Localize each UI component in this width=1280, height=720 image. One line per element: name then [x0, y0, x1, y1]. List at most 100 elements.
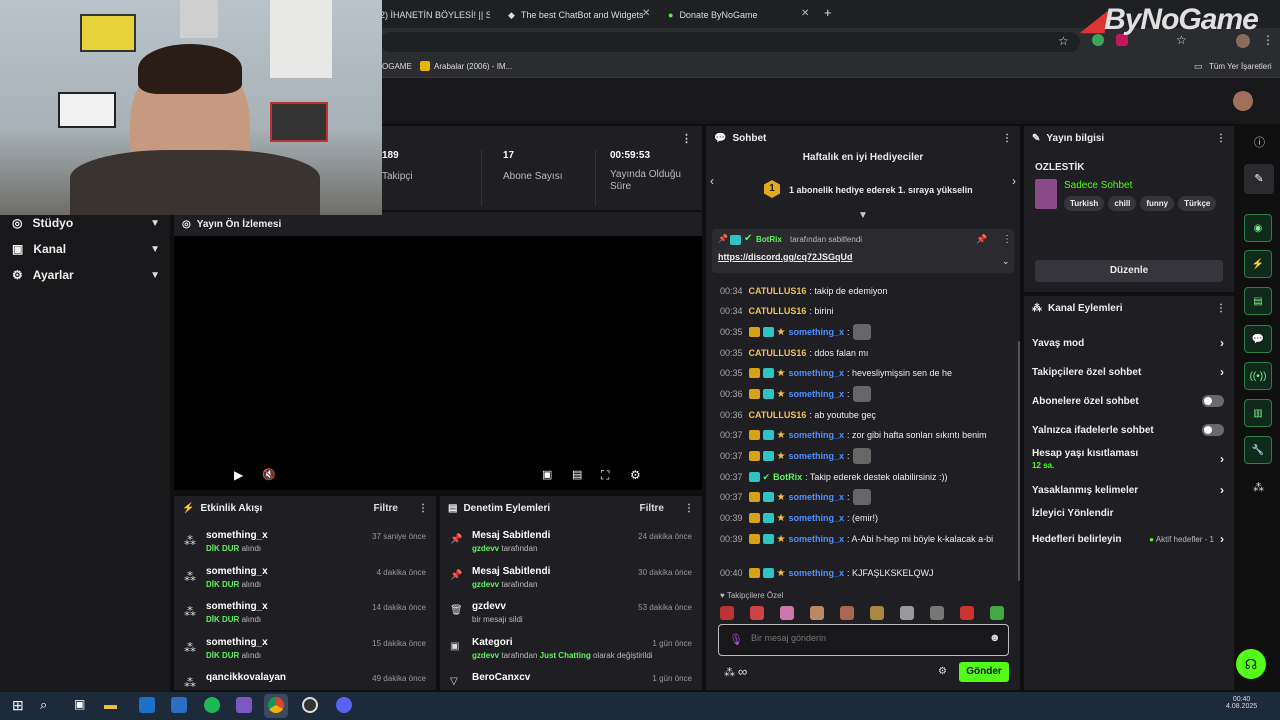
chat-message[interactable]: 00:35 ★ something_x: hevesliymişsin sen de…: [720, 366, 1010, 380]
points-icon[interactable]: ⁂: [724, 666, 735, 679]
message-user[interactable]: something_x: [789, 568, 845, 578]
message-user[interactable]: something_x: [789, 534, 845, 544]
emote-icon[interactable]: [870, 606, 884, 620]
emote-icon[interactable]: [780, 606, 794, 620]
chat-message[interactable]: 00:34 CATULLUS16: birini: [720, 304, 1010, 318]
activity-item[interactable]: ⁂ something_x DİK DUR alındı 14 dakika ö…: [184, 599, 426, 633]
url-field[interactable]: [380, 32, 1080, 52]
more-options-icon[interactable]: ⋮: [1216, 133, 1226, 144]
close-icon[interactable]: ✕: [801, 8, 809, 19]
moderation-item[interactable]: 📌 Mesaj Sabitlendi gzdevv tarafından 24 …: [450, 528, 692, 562]
message-user[interactable]: CATULLUS16: [749, 306, 807, 316]
chat-message[interactable]: 00:40 ★ something_x: KJFAŞLKSKELQWJ: [720, 566, 1010, 580]
emoji-icon[interactable]: ☻: [989, 632, 1001, 644]
channel-action-row[interactable]: Hedefleri belirleyin ● Aktif hedefler - 1…: [1032, 532, 1224, 546]
channel-action-row[interactable]: İzleyici Yönlendir: [1032, 508, 1224, 519]
microphone-icon[interactable]: 🎙: [729, 633, 743, 646]
channel-action-row[interactable]: Hesap yaşı kısıtlaması 12 sa. ›: [1032, 448, 1224, 470]
channel-action-row[interactable]: Yavaş mod ›: [1032, 336, 1224, 350]
more-options-icon[interactable]: ⋮: [1002, 133, 1012, 144]
camera-icon[interactable]: ◉: [1244, 214, 1272, 242]
browser-tab[interactable]: ● Donate ByNoGame: [668, 4, 808, 26]
outlook-icon[interactable]: [139, 697, 155, 713]
fullscreen-icon[interactable]: ⛶: [601, 468, 609, 483]
app-icon[interactable]: [236, 697, 252, 713]
tag-chip[interactable]: Turkish: [1064, 196, 1105, 211]
tag-chip[interactable]: chill: [1108, 196, 1137, 211]
nav-item-studio[interactable]: ◎ Stüdyo ▼: [12, 216, 160, 230]
more-options-icon[interactable]: ⋮: [1216, 303, 1226, 314]
emote-icon[interactable]: [810, 606, 824, 620]
message-user[interactable]: CATULLUS16: [749, 348, 807, 358]
nav-item-channel[interactable]: ▣ Kanal ▼: [12, 242, 160, 256]
message-user[interactable]: something_x: [789, 430, 845, 440]
emote-icon[interactable]: [990, 606, 1004, 620]
search-icon[interactable]: ⌕: [40, 697, 47, 713]
moderation-item[interactable]: 📌 Mesaj Sabitlendi gzdevv tarafından 30 …: [450, 564, 692, 598]
send-button[interactable]: Gönder: [959, 662, 1009, 682]
chevron-down-icon[interactable]: ⌄: [1002, 256, 1010, 267]
message-user[interactable]: BotRix: [773, 472, 802, 482]
category-name[interactable]: Sadece Sohbet: [1064, 180, 1132, 191]
avatar[interactable]: [1233, 91, 1253, 111]
chat-message[interactable]: 00:37 ★ something_x:: [720, 489, 1010, 505]
mute-icon[interactable]: 🔇: [262, 468, 276, 481]
folder-icon[interactable]: ▬: [104, 697, 117, 712]
emote-icon[interactable]: [750, 606, 764, 620]
toggle-switch[interactable]: [1202, 424, 1224, 436]
spotify-icon[interactable]: [204, 697, 220, 713]
tag-chip[interactable]: Türkçe: [1178, 196, 1217, 211]
points-icon[interactable]: ⁂: [1253, 481, 1264, 494]
channel-action-row[interactable]: Takipçilere özel sohbet ›: [1032, 365, 1224, 379]
theater-icon[interactable]: ▣: [542, 468, 552, 481]
chat-icon[interactable]: 💬: [1244, 325, 1272, 353]
more-options-icon[interactable]: ⋮: [418, 503, 428, 514]
message-user[interactable]: something_x: [789, 327, 845, 337]
bookmark-star-icon[interactable]: ☆: [1058, 34, 1069, 48]
support-icon[interactable]: ☊: [1236, 649, 1266, 679]
pencil-icon[interactable]: ✎: [1244, 164, 1274, 194]
channel-action-row[interactable]: Abonelere özel sohbet: [1032, 395, 1224, 407]
emote-icon[interactable]: [960, 606, 974, 620]
more-options-icon[interactable]: ⋮: [1002, 234, 1012, 245]
task-view-icon[interactable]: ▣: [74, 697, 85, 711]
activity-user[interactable]: qancikkovalayan: [206, 672, 286, 683]
collapse-icon[interactable]: ▼: [858, 210, 868, 221]
bookmark-item[interactable]: OGAME: [382, 62, 412, 71]
activity-item[interactable]: ⁂ something_x DİK DUR alındı 4 dakika ön…: [184, 564, 426, 598]
store-icon[interactable]: [171, 697, 187, 713]
emote-icon[interactable]: [720, 606, 734, 620]
wrench-icon[interactable]: 🔧: [1244, 436, 1272, 464]
filter-button[interactable]: Filtre: [374, 503, 398, 514]
message-user[interactable]: something_x: [789, 368, 845, 378]
chat-scrollbar[interactable]: [1018, 341, 1020, 581]
message-user[interactable]: something_x: [789, 389, 845, 399]
gear-icon[interactable]: ⚙: [938, 666, 947, 677]
message-user[interactable]: something_x: [789, 492, 845, 502]
message-user[interactable]: CATULLUS16: [749, 286, 807, 296]
bookmark-item[interactable]: Arabalar (2006) - IM...: [434, 62, 512, 71]
activity-user[interactable]: something_x: [206, 637, 268, 648]
more-options-icon[interactable]: ⋮: [681, 132, 692, 145]
activity-user[interactable]: something_x: [206, 530, 268, 541]
channel-action-row[interactable]: Yalnızca ifadelerle sohbet: [1032, 424, 1224, 436]
lightning-icon[interactable]: ⚡: [1244, 250, 1272, 278]
chat-message[interactable]: 00:37 ✔ BotRix: Takip ederek destek olabil…: [720, 470, 1010, 484]
chat-message[interactable]: 00:39 ★ something_x: (emir!): [720, 511, 1010, 525]
chat-message[interactable]: 00:39 ★ something_x: A-Abi h-hep mi böyle …: [720, 532, 1010, 546]
chat-message[interactable]: 00:37 ★ something_x: zor gibi hafta sonlar…: [720, 428, 1010, 442]
message-user[interactable]: something_x: [789, 451, 845, 461]
close-icon[interactable]: ✕: [642, 8, 650, 19]
info-icon[interactable]: ⓘ: [1254, 134, 1265, 150]
chat-message[interactable]: 00:36 ★ something_x:: [720, 386, 1010, 402]
nav-item-settings[interactable]: ⚙ Ayarlar ▼: [12, 268, 160, 282]
filter-button[interactable]: Filtre: [640, 503, 664, 514]
document-icon[interactable]: ▤: [1244, 287, 1272, 315]
moderation-item[interactable]: 🗑 gzdevv bir mesajı sildi 53 dakika önce: [450, 599, 692, 633]
play-icon[interactable]: ▶: [234, 468, 243, 482]
emote-icon[interactable]: [840, 606, 854, 620]
chat-message[interactable]: 00:36 CATULLUS16: ab youtube geç: [720, 408, 1010, 422]
chevron-left-icon[interactable]: ‹: [710, 174, 714, 188]
emote-icon[interactable]: [900, 606, 914, 620]
broadcast-icon[interactable]: ((•)): [1244, 362, 1272, 390]
